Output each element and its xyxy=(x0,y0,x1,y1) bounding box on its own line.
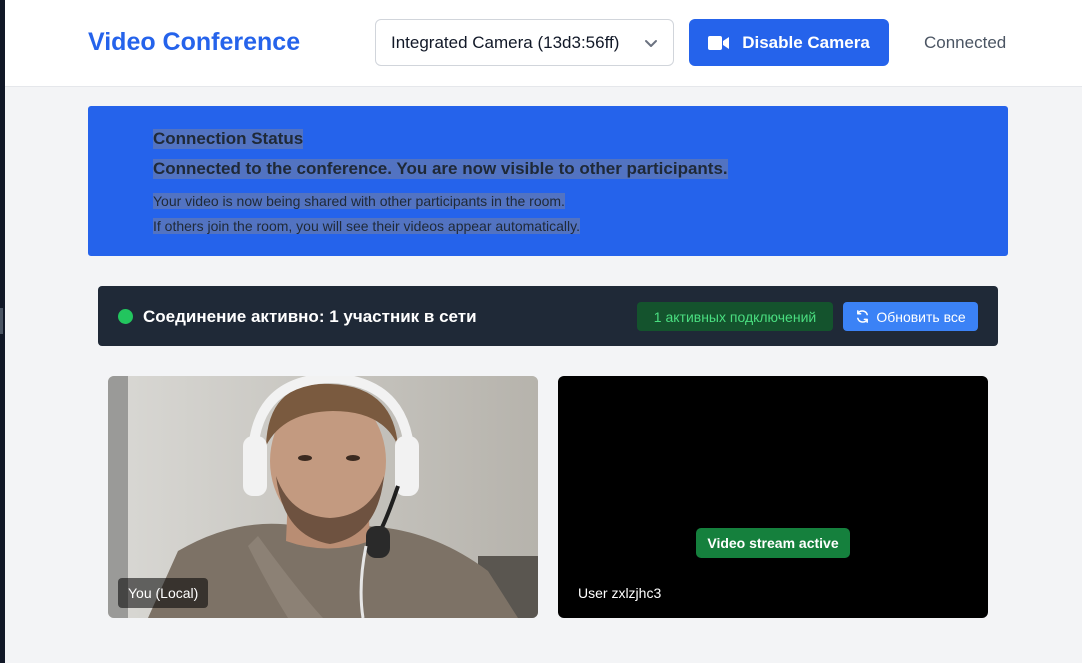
banner-title: Connection Status xyxy=(153,129,304,149)
refresh-all-label: Обновить все xyxy=(876,308,966,325)
camera-select-value: Integrated Camera (13d3:56ff) xyxy=(391,32,620,52)
page-title: Video Conference xyxy=(88,28,301,56)
header: Video Conference Integrated Camera (13d3… xyxy=(5,0,1082,87)
camera-select[interactable]: Integrated Camera (13d3:56ff) xyxy=(375,19,674,66)
connection-status: Connected xyxy=(924,33,1007,52)
banner-detail-2: If others join the room, you will see th… xyxy=(153,218,580,234)
remote-video-label: User zxlzjhc3 xyxy=(578,585,662,601)
refresh-icon xyxy=(857,310,869,323)
connection-status-bar: Соединение активно: 1 участник в сети 1 … xyxy=(98,286,998,346)
disable-camera-label: Disable Camera xyxy=(742,32,870,52)
local-video-tile: You (Local) xyxy=(108,376,538,618)
local-video-label: You (Local) xyxy=(118,578,209,608)
banner-message: Connected to the conference. You are now… xyxy=(153,159,728,179)
connection-status-banner: Connection Status Connected to the confe… xyxy=(88,106,1008,256)
stream-active-badge: Video stream active xyxy=(696,528,850,558)
status-text: Соединение активно: 1 участник в сети xyxy=(143,307,477,326)
video-camera-icon xyxy=(708,35,730,50)
refresh-all-button[interactable]: Обновить все xyxy=(843,302,978,331)
app-window: Video Conference Integrated Camera (13d3… xyxy=(0,0,1082,663)
chevron-down-icon xyxy=(645,40,657,47)
banner-detail-1: Your video is now being shared with othe… xyxy=(153,193,565,209)
edge-handle xyxy=(0,308,3,334)
remote-video-tile: Video stream active User zxlzjhc3 xyxy=(558,376,988,618)
window-edge xyxy=(0,0,5,663)
online-indicator xyxy=(118,309,133,324)
active-connections-badge: 1 активных подключений xyxy=(637,302,833,331)
disable-camera-button[interactable]: Disable Camera xyxy=(689,19,889,66)
